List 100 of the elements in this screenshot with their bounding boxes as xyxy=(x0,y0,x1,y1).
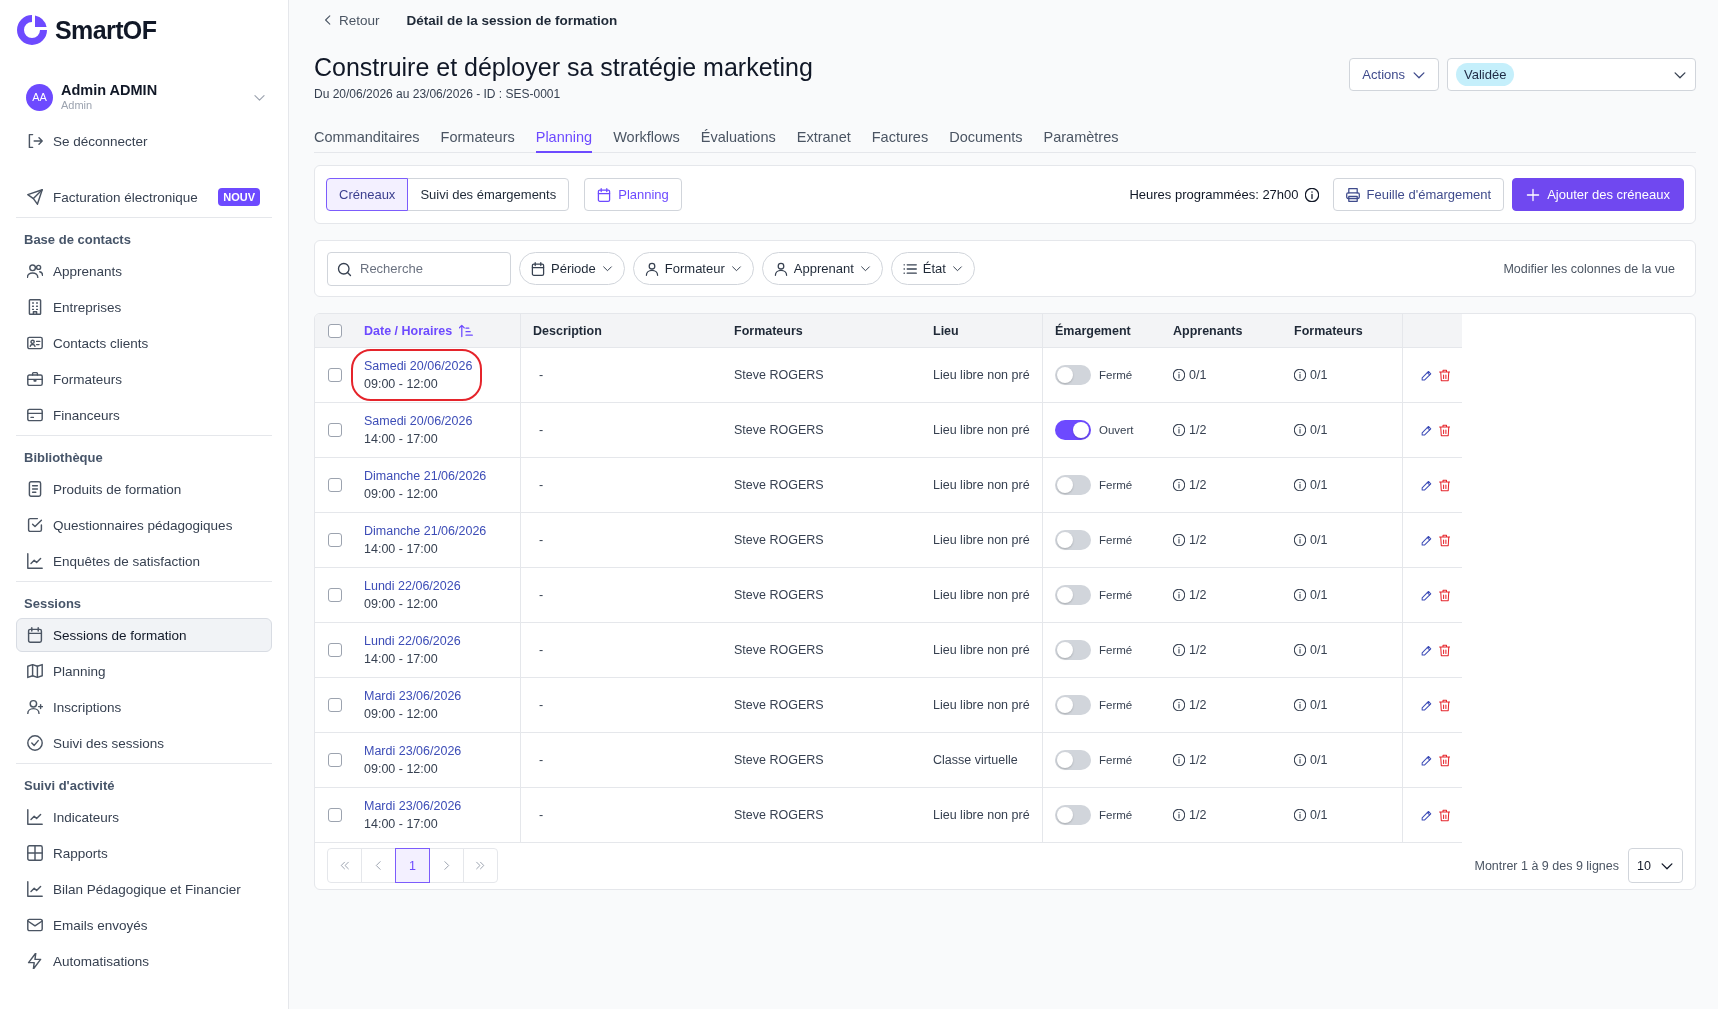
nav-item[interactable]: Bilan Pédagogique et Financier xyxy=(16,872,272,906)
row-checkbox[interactable] xyxy=(328,698,342,712)
description-cell: - xyxy=(539,368,544,382)
nav-item[interactable]: Formateurs xyxy=(16,362,272,396)
trash-icon[interactable] xyxy=(1438,368,1450,382)
column-header[interactable]: Formateurs xyxy=(1294,323,1363,338)
column-header[interactable]: Lieu xyxy=(933,323,959,338)
nav-item[interactable]: Indicateurs xyxy=(16,800,272,834)
trash-icon[interactable] xyxy=(1438,643,1450,657)
row-checkbox[interactable] xyxy=(328,533,342,547)
filter-chip[interactable]: Formateur xyxy=(632,252,754,285)
trash-icon[interactable] xyxy=(1438,698,1450,712)
trash-icon[interactable] xyxy=(1438,478,1450,492)
trash-icon[interactable] xyxy=(1438,808,1450,822)
view-toggle-button[interactable]: Suivi des émargements xyxy=(407,178,570,211)
tab[interactable]: Extranet xyxy=(796,127,851,153)
toggle-switch[interactable] xyxy=(1055,475,1091,495)
status-select[interactable]: Validée xyxy=(1447,58,1696,91)
pencil-icon[interactable] xyxy=(1421,643,1433,657)
search-field[interactable]: Recherche xyxy=(327,251,511,286)
column-header[interactable]: Émargement xyxy=(1055,323,1131,338)
filter-chip[interactable]: Période xyxy=(519,252,625,285)
nav-item[interactable]: Sessions de formation xyxy=(16,618,272,652)
column-header[interactable]: Formateurs xyxy=(734,323,803,338)
add-slots-button[interactable]: Ajouter des créneaux xyxy=(1512,178,1684,211)
nav-item[interactable]: Questionnaires pédagogiques xyxy=(16,508,272,542)
row-checkbox[interactable] xyxy=(328,643,342,657)
column-header[interactable]: Description xyxy=(533,323,602,338)
page-size-select[interactable]: 10 xyxy=(1628,848,1683,883)
nav-item[interactable]: Suivi des sessions xyxy=(16,726,272,760)
tab[interactable]: Workflows xyxy=(613,127,680,153)
pencil-icon[interactable] xyxy=(1421,698,1433,712)
tab[interactable]: Planning xyxy=(535,127,593,153)
nav-item[interactable]: Automatisations xyxy=(16,944,272,978)
trash-icon[interactable] xyxy=(1438,588,1450,602)
column-header[interactable]: Date / Horaires xyxy=(364,323,453,338)
toggle-switch[interactable] xyxy=(1055,365,1091,385)
edit-columns-link[interactable]: Modifier les colonnes de la vue xyxy=(1503,261,1675,276)
nav-item[interactable]: Entreprises xyxy=(16,290,272,324)
toggle-switch[interactable] xyxy=(1055,585,1091,605)
nav-item[interactable]: Produits de formation xyxy=(16,472,272,506)
date-link[interactable]: Lundi 22/06/2026 xyxy=(364,632,461,650)
toggle-switch[interactable] xyxy=(1055,695,1091,715)
date-link[interactable]: Samedi 20/06/2026 xyxy=(364,357,473,375)
tab[interactable]: Commanditaires xyxy=(314,127,420,153)
back-link[interactable]: Retour xyxy=(314,12,380,28)
row-checkbox[interactable] xyxy=(328,478,342,492)
date-link[interactable]: Dimanche 21/06/2026 xyxy=(364,467,487,485)
pencil-icon[interactable] xyxy=(1421,478,1433,492)
nav-item[interactable]: Emails envoyés xyxy=(16,908,272,942)
nav-item[interactable]: Rapports xyxy=(16,836,272,870)
toggle-switch[interactable] xyxy=(1055,530,1091,550)
toggle-switch[interactable] xyxy=(1055,750,1091,770)
trash-icon[interactable] xyxy=(1438,533,1450,547)
filter-chip[interactable]: Apprenant xyxy=(761,252,883,285)
sort-ascending-icon[interactable] xyxy=(459,323,474,338)
logout-link[interactable]: Se déconnecter xyxy=(16,124,272,158)
trash-icon[interactable] xyxy=(1438,423,1450,437)
page-button[interactable]: 1 xyxy=(395,848,430,883)
filter-chip[interactable]: État xyxy=(890,252,975,285)
nav-item[interactable]: Financeurs xyxy=(16,398,272,432)
column-header[interactable]: Apprenants xyxy=(1173,323,1243,338)
date-link[interactable]: Mardi 23/06/2026 xyxy=(364,742,462,760)
view-toggle-button[interactable]: Créneaux xyxy=(326,178,409,211)
pencil-icon[interactable] xyxy=(1421,533,1433,547)
tab[interactable]: Paramètres xyxy=(1043,127,1119,153)
tab[interactable]: Évaluations xyxy=(700,127,776,153)
pencil-icon[interactable] xyxy=(1421,588,1433,602)
toggle-switch[interactable] xyxy=(1055,420,1091,440)
nav-item[interactable]: Apprenants xyxy=(16,254,272,288)
pencil-icon[interactable] xyxy=(1421,423,1433,437)
tab[interactable]: Factures xyxy=(871,127,929,153)
select-all-checkbox[interactable] xyxy=(328,323,342,338)
row-checkbox[interactable] xyxy=(328,423,342,437)
nav-item[interactable]: Facturation électronique NOUV xyxy=(16,180,272,214)
date-link[interactable]: Mardi 23/06/2026 xyxy=(364,797,462,815)
trash-icon[interactable] xyxy=(1438,753,1450,767)
tab[interactable]: Formateurs xyxy=(440,127,515,153)
nav-item[interactable]: Contacts clients xyxy=(16,326,272,360)
date-link[interactable]: Lundi 22/06/2026 xyxy=(364,577,461,595)
date-link[interactable]: Mardi 23/06/2026 xyxy=(364,687,462,705)
nav-item[interactable]: Enquêtes de satisfaction xyxy=(16,544,272,578)
previous-page-button[interactable] xyxy=(361,848,396,883)
date-link[interactable]: Samedi 20/06/2026 xyxy=(364,412,473,430)
pencil-icon[interactable] xyxy=(1421,808,1433,822)
row-checkbox[interactable] xyxy=(328,753,342,767)
row-checkbox[interactable] xyxy=(328,808,342,822)
date-link[interactable]: Dimanche 21/06/2026 xyxy=(364,522,487,540)
toggle-switch[interactable] xyxy=(1055,640,1091,660)
nav-item[interactable]: Planning xyxy=(16,654,272,688)
planning-button[interactable]: Planning xyxy=(584,178,682,211)
actions-button[interactable]: Actions xyxy=(1349,58,1439,91)
tab[interactable]: Documents xyxy=(949,127,1023,153)
nav-item[interactable]: Inscriptions xyxy=(16,690,272,724)
row-checkbox[interactable] xyxy=(328,368,342,382)
pencil-icon[interactable] xyxy=(1421,753,1433,767)
pencil-icon[interactable] xyxy=(1421,368,1433,382)
toggle-switch[interactable] xyxy=(1055,805,1091,825)
attendance-sheet-button[interactable]: Feuille d'émargement xyxy=(1332,178,1505,211)
row-checkbox[interactable] xyxy=(328,588,342,602)
